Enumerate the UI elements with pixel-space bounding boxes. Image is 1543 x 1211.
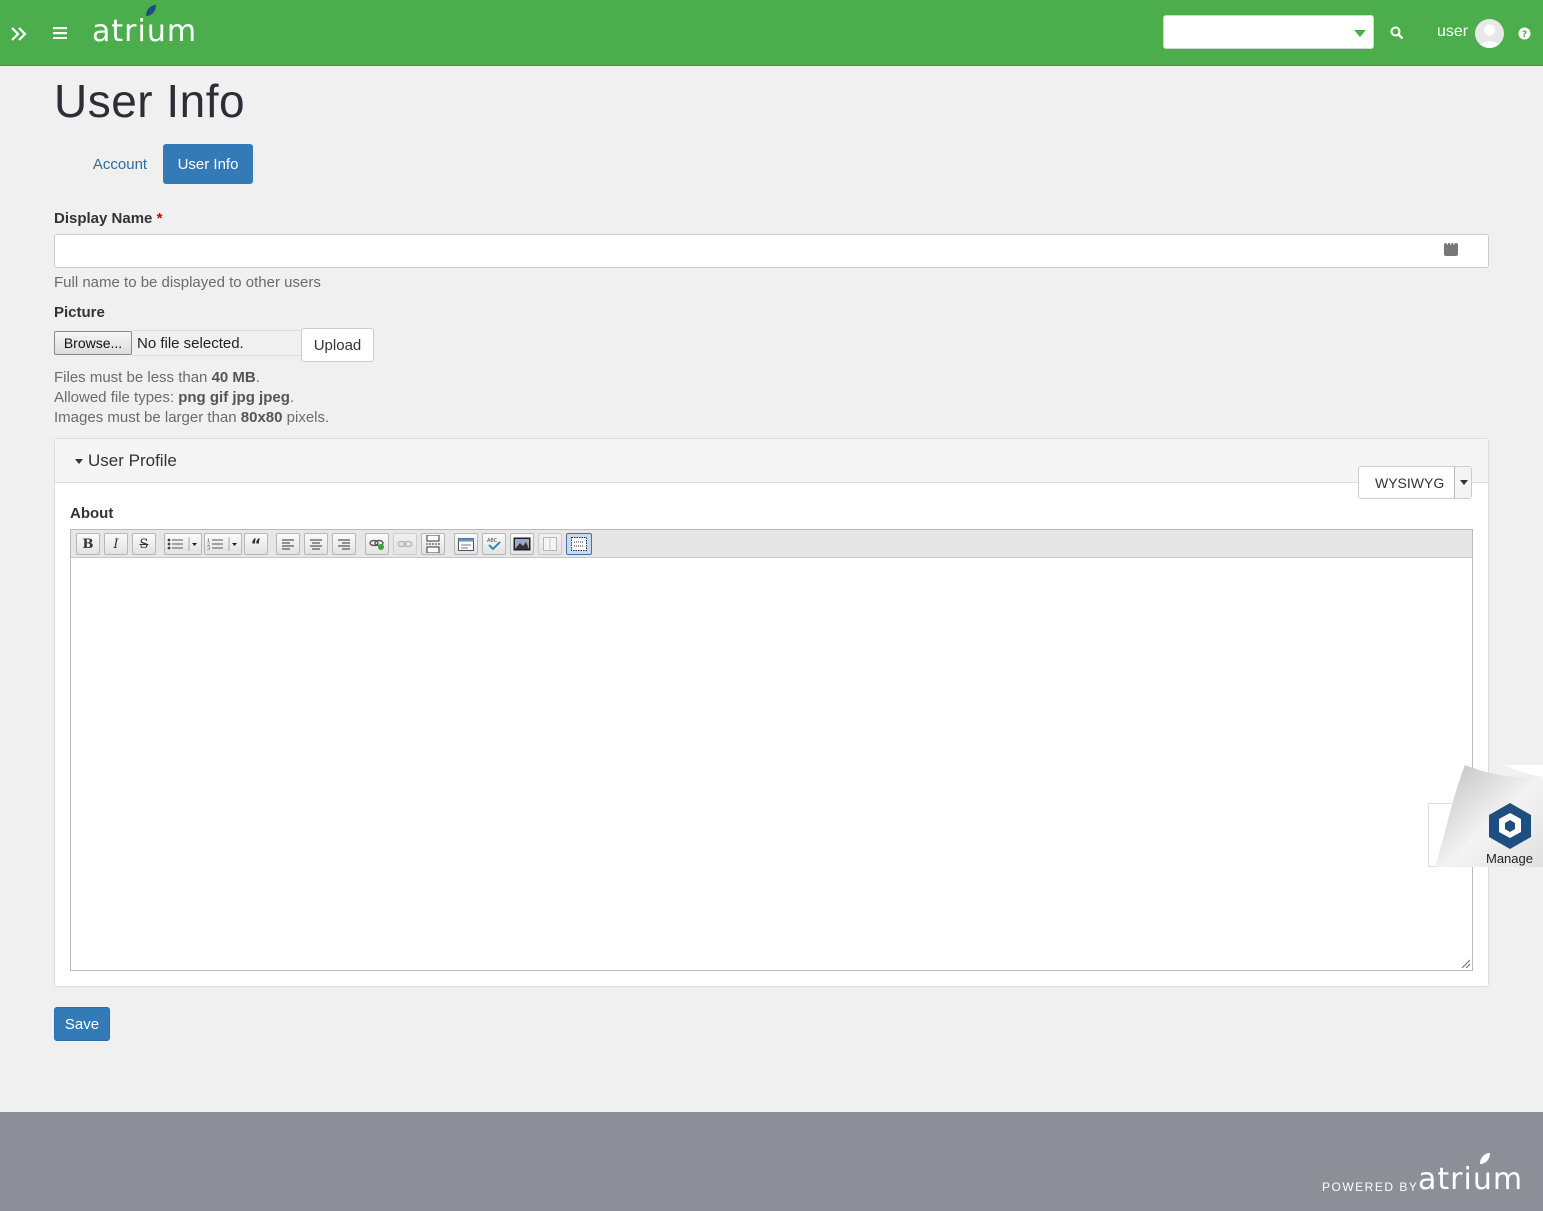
file-size-help: Files must be less than 40 MB. bbox=[54, 369, 260, 386]
italic-icon[interactable]: I bbox=[104, 533, 128, 555]
chevron-down-icon bbox=[1454, 467, 1471, 498]
about-label: About bbox=[70, 505, 114, 522]
image-min-dimensions: 80x80 bbox=[240, 409, 283, 426]
align-center-icon[interactable] bbox=[304, 533, 328, 555]
file-types-help-suffix: . bbox=[289, 389, 295, 406]
display-name-help: Full name to be displayed to other users bbox=[54, 274, 321, 291]
search-icon[interactable] bbox=[1389, 24, 1405, 42]
display-name-label-text: Display Name bbox=[54, 210, 153, 227]
file-types-list: png gif jpg jpeg bbox=[178, 389, 290, 406]
file-types-help-prefix: Allowed file types: bbox=[54, 389, 179, 406]
required-marker: * bbox=[156, 210, 163, 227]
user-profile-header[interactable]: User Profile bbox=[55, 439, 1488, 483]
about-editor-content[interactable] bbox=[71, 559, 1472, 970]
picture-label: Picture bbox=[54, 304, 105, 321]
footer bbox=[0, 1112, 1543, 1211]
image-dimensions-help: Images must be larger than 80x80 pixels. bbox=[54, 409, 329, 426]
resize-handle-icon[interactable] bbox=[1460, 958, 1470, 968]
link-icon[interactable] bbox=[365, 533, 389, 555]
footer-atrium-logo[interactable]: atrium bbox=[1418, 1162, 1523, 1197]
user-profile-legend-text: User Profile bbox=[88, 451, 177, 470]
display-name-field[interactable] bbox=[54, 234, 1489, 268]
align-left-icon[interactable] bbox=[276, 533, 300, 555]
text-format-select[interactable]: WYSIWYG bbox=[1358, 466, 1472, 499]
footer-logo-text: atrium bbox=[1418, 1162, 1524, 1197]
collapse-triangle-icon bbox=[75, 458, 83, 464]
user-profile-legend[interactable]: User Profile bbox=[75, 451, 177, 471]
strikethrough-icon[interactable]: S bbox=[132, 533, 156, 555]
space-select[interactable] bbox=[1163, 15, 1374, 49]
file-size-help-prefix: Files must be less than bbox=[54, 369, 212, 386]
bold-icon[interactable]: B bbox=[76, 533, 100, 555]
bulleted-list-icon[interactable] bbox=[164, 533, 202, 555]
image-dimensions-help-prefix: Images must be larger than bbox=[54, 409, 241, 426]
image-icon[interactable] bbox=[510, 533, 534, 555]
hamburger-menu-icon[interactable] bbox=[52, 25, 68, 41]
leaf-icon bbox=[146, 5, 156, 16]
editor-toolbar: B I S 123 “ ABC bbox=[71, 530, 1472, 558]
show-blocks-icon[interactable] bbox=[566, 533, 592, 555]
svg-text:ABC: ABC bbox=[487, 538, 498, 544]
file-types-help: Allowed file types: png gif jpg jpeg. bbox=[54, 389, 294, 406]
password-manager-icon[interactable] bbox=[1444, 239, 1458, 256]
svg-text:?: ? bbox=[1521, 30, 1526, 40]
powered-by-text: POWERED BY bbox=[1322, 1180, 1419, 1194]
top-navbar: atrium user ? bbox=[0, 0, 1543, 66]
help-icon[interactable]: ? bbox=[1516, 25, 1532, 41]
columns-icon[interactable] bbox=[538, 533, 562, 555]
file-status: No file selected. bbox=[137, 335, 244, 352]
spellcheck-icon[interactable]: ABC bbox=[482, 533, 506, 555]
double-chevron-right-icon[interactable] bbox=[10, 24, 28, 44]
about-editor[interactable]: B I S 123 “ ABC bbox=[70, 529, 1473, 971]
tab-user-info[interactable]: User Info bbox=[163, 144, 253, 184]
unlink-icon[interactable] bbox=[393, 533, 417, 555]
page-break-icon[interactable] bbox=[421, 533, 445, 555]
avatar[interactable] bbox=[1475, 19, 1504, 48]
browse-button[interactable]: Browse... bbox=[54, 331, 132, 355]
save-button[interactable]: Save bbox=[54, 1007, 110, 1041]
upload-button[interactable]: Upload bbox=[301, 328, 374, 362]
footer-leaf-icon bbox=[1480, 1153, 1490, 1164]
file-size-help-suffix: . bbox=[255, 369, 260, 386]
user-menu-label[interactable]: user bbox=[1437, 23, 1468, 41]
text-format-value: WYSIWYG bbox=[1375, 475, 1445, 491]
manage-label[interactable]: Manage bbox=[1486, 851, 1533, 866]
align-right-icon[interactable] bbox=[332, 533, 356, 555]
numbered-list-icon[interactable]: 123 bbox=[204, 533, 242, 555]
chevron-down-icon bbox=[1354, 30, 1366, 37]
source-view-icon[interactable] bbox=[454, 533, 478, 555]
file-size-limit: 40 MB bbox=[211, 369, 256, 386]
svg-text:3: 3 bbox=[207, 546, 210, 551]
page-title: User Info bbox=[54, 75, 246, 127]
display-name-label: Display Name * bbox=[54, 210, 162, 227]
tab-account[interactable]: Account bbox=[80, 144, 160, 184]
blockquote-icon[interactable]: “ bbox=[244, 533, 268, 555]
hexagon-logo-icon bbox=[1489, 803, 1531, 849]
image-dimensions-help-suffix: pixels. bbox=[282, 409, 330, 426]
logo-text: atrium bbox=[92, 14, 198, 49]
